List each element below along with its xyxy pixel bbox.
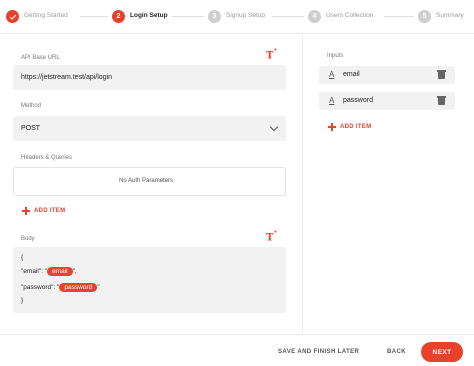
email-variable-pill[interactable]: email [47,267,73,276]
next-button[interactable]: NEXT [421,342,463,362]
text-type-icon: A [329,70,335,79]
step-1-complete-icon[interactable] [6,10,19,23]
step-2-label[interactable]: Login Setup [130,12,168,19]
back-button[interactable]: BACK [387,349,406,355]
method-select[interactable] [13,116,286,141]
footer-divider [0,334,474,335]
method-value: POST [21,125,41,132]
inputs-title: Inputs [327,53,344,59]
api-base-url-value: https://jetstream.test/api/login [21,74,113,81]
api-base-url-label: API Base URL [21,55,60,61]
body-label: Body [21,236,35,242]
body-password-key: "password": " [21,284,60,292]
header-divider [0,33,474,34]
step-3-number[interactable]: 3 [208,10,221,23]
body-open-brace: { [21,254,24,261]
input-item-email[interactable]: A email [319,66,455,84]
text-format-icon[interactable]: T+ [266,47,278,61]
step-1-label[interactable]: Getting Started [24,12,68,19]
save-and-finish-later-button[interactable]: SAVE AND FINISH LATER [278,349,359,355]
stepper: Getting Started 2 Login Setup 3 Signup S… [0,0,474,34]
input-item-password[interactable]: A password [319,92,455,110]
step-connector [172,16,204,17]
body-email-key: "email": " [21,268,48,276]
body-password-end: " [97,284,100,292]
input-item-name: email [343,71,360,78]
plus-icon[interactable] [328,123,336,131]
method-label: Method [21,103,42,109]
add-input-item-button[interactable]: ADD ITEM [340,124,371,130]
add-header-item-button[interactable]: ADD ITEM [34,208,65,214]
plus-icon[interactable] [22,207,30,215]
checkmark-icon [9,12,16,20]
text-type-icon: A [329,96,335,105]
body-editor[interactable] [13,247,286,313]
body-email-end: ", [72,268,77,276]
text-format-icon[interactable]: T+ [266,229,278,243]
body-close-brace: } [21,297,24,304]
step-3-label[interactable]: Signup Setup [226,12,265,19]
step-connector [384,16,414,17]
body-line-email: "email": " email ", [21,267,77,276]
step-5-number[interactable]: 5 [418,10,431,23]
password-variable-pill[interactable]: password [59,283,98,292]
no-auth-parameters-text: No Auth Parameters [119,178,174,184]
step-connector [272,16,304,17]
step-5-label[interactable]: Summary [436,12,464,19]
step-4-label[interactable]: Users Collection [326,12,373,19]
headers-queries-label: Headers & Queries [21,155,73,161]
body-line-password: "password": " password " [21,283,100,292]
step-4-number[interactable]: 4 [308,10,321,23]
input-item-name: password [343,97,373,104]
column-divider [302,34,303,334]
trash-icon[interactable] [437,70,446,79]
step-connector [80,16,108,17]
trash-icon[interactable] [437,96,446,105]
step-2-number[interactable]: 2 [112,10,125,23]
